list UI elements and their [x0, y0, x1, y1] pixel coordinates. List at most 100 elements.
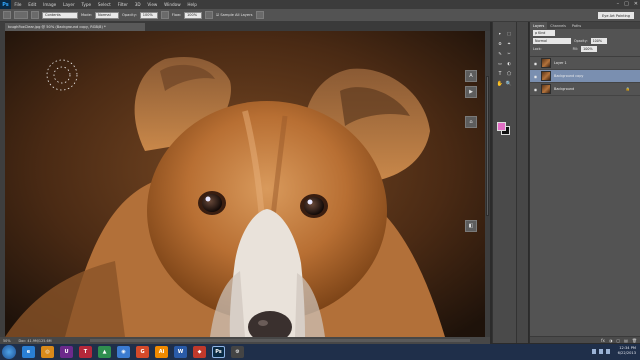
- close-button[interactable]: ✕: [634, 1, 638, 7]
- horizontal-scrollbar[interactable]: [90, 339, 470, 342]
- menu-select[interactable]: Select: [94, 2, 114, 7]
- new-group-icon[interactable]: ▢: [616, 338, 620, 343]
- pressure-size-icon[interactable]: [255, 11, 264, 19]
- marquee-tool-icon[interactable]: ⬚: [505, 30, 513, 37]
- volume-icon[interactable]: [599, 349, 603, 354]
- hand-tool-icon[interactable]: ✋: [496, 80, 504, 87]
- foreground-color-swatch[interactable]: [497, 122, 506, 131]
- lock-label: Lock:: [533, 47, 542, 51]
- layer-fill-input[interactable]: 100%: [581, 46, 598, 52]
- blend-mode-select[interactable]: Normal: [533, 38, 571, 44]
- layer-name: Background: [554, 87, 575, 91]
- layer-row[interactable]: ◉ Layer 1: [530, 57, 640, 70]
- taskbar-app-chrome[interactable]: ◉: [117, 346, 130, 358]
- menu-type[interactable]: Type: [78, 2, 94, 7]
- taskbar-app-ie[interactable]: e: [22, 346, 35, 358]
- document-tab-bar: toughFoxClear.jpg @ 50% (Background copy…: [5, 22, 490, 31]
- menu-file[interactable]: File: [11, 2, 25, 7]
- zoom-tool-icon[interactable]: 🔍: [505, 80, 513, 87]
- layer-name: Background copy: [554, 74, 584, 78]
- eye-icon[interactable]: ◉: [533, 74, 538, 79]
- character-panel-button[interactable]: A: [465, 70, 477, 82]
- workspace-select[interactable]: Eye Art Painting: [598, 12, 634, 19]
- brush-tool-icon[interactable]: ✎: [496, 50, 504, 57]
- eraser-tool-icon[interactable]: ▭: [496, 60, 504, 67]
- taskbar-app-photoshop[interactable]: Ps: [212, 346, 225, 358]
- taskbar-app-diamond[interactable]: ◆: [193, 346, 206, 358]
- taskbar-app-t[interactable]: T: [79, 346, 92, 358]
- layers-list: ◉ Layer 1 ◉ Background copy ◉ Background…: [530, 56, 640, 96]
- maximize-button[interactable]: □: [624, 1, 629, 7]
- layers-panel-footer: fx ◑ ▢ ▤ 🗑: [530, 336, 640, 343]
- taskbar-app-drive[interactable]: ▲: [98, 346, 111, 358]
- flow-input[interactable]: 100%: [184, 11, 203, 19]
- taskbar-app-firefox[interactable]: ◎: [41, 346, 54, 358]
- menu-bar: Ps File Edit Image Layer Type Select Fil…: [0, 0, 640, 9]
- menu-layer[interactable]: Layer: [60, 2, 78, 7]
- pressure-opacity-icon[interactable]: [160, 11, 169, 19]
- zoom-level[interactable]: 50%: [3, 339, 11, 343]
- menu-help[interactable]: Help: [184, 2, 200, 7]
- brush-panel-icon[interactable]: [31, 11, 39, 19]
- layer-row[interactable]: ◉ Background copy: [530, 70, 640, 83]
- vertical-scrollbar[interactable]: [485, 31, 490, 337]
- taskbar-app-settings[interactable]: ⚙: [231, 346, 244, 358]
- crop-tool-icon[interactable]: ⌖: [505, 40, 513, 47]
- tab-channels[interactable]: Channels: [547, 22, 569, 29]
- layer-thumbnail: [541, 71, 551, 81]
- layer-opacity-input[interactable]: 100%: [590, 38, 607, 44]
- taskbar-app-g[interactable]: G: [136, 346, 149, 358]
- adjustment-layer-icon[interactable]: ◑: [609, 338, 613, 343]
- fx-icon[interactable]: fx: [601, 338, 605, 343]
- actions-panel-button[interactable]: ▶: [465, 86, 477, 98]
- type-tool-icon[interactable]: T: [496, 70, 504, 77]
- move-tool-icon[interactable]: ▸: [496, 30, 504, 37]
- layer-thumbnail: [541, 84, 551, 94]
- document-canvas[interactable]: [5, 31, 485, 337]
- clock-date: 6/22/2013: [617, 351, 636, 355]
- windows-taskbar: e ◎ U T ▲ ◉ G Ai W ◆ Ps ⚙ 12:34 PM 6/22/…: [0, 344, 640, 360]
- contents-select[interactable]: Contents: [42, 11, 78, 19]
- tab-paths[interactable]: Paths: [569, 22, 584, 29]
- layer-row[interactable]: ◉ Background 🔒: [530, 83, 640, 96]
- photoshop-logo-icon: Ps: [0, 0, 11, 9]
- lasso-tool-icon[interactable]: ʘ: [496, 40, 504, 47]
- start-button[interactable]: [2, 345, 16, 359]
- clone-tool-icon[interactable]: ✂: [505, 50, 513, 57]
- shape-tool-icon[interactable]: ⬠: [505, 70, 513, 77]
- menu-filter[interactable]: Filter: [114, 2, 131, 7]
- document-tab[interactable]: toughFoxClear.jpg @ 50% (Background copy…: [5, 23, 145, 31]
- eye-icon[interactable]: ◉: [533, 61, 538, 66]
- menu-image[interactable]: Image: [40, 2, 60, 7]
- kind-filter-select[interactable]: ρ Kind: [533, 30, 555, 36]
- menu-view[interactable]: View: [144, 2, 161, 7]
- network-icon[interactable]: [592, 349, 596, 354]
- tab-layers[interactable]: Layers: [530, 22, 548, 29]
- airbrush-icon[interactable]: [205, 11, 214, 19]
- tool-preset-icon[interactable]: [3, 11, 11, 19]
- opacity-label: Opacity:: [574, 39, 588, 43]
- menu-edit[interactable]: Edit: [25, 2, 40, 7]
- mode-label: Mode:: [81, 13, 93, 17]
- dodge-tool-icon[interactable]: ◐: [505, 60, 513, 67]
- flag-icon[interactable]: [606, 349, 610, 354]
- menu-3d[interactable]: 3D: [131, 2, 144, 7]
- sample-all-layers-checkbox[interactable]: ☑ Sample All Layers: [216, 13, 252, 17]
- history-panel-button[interactable]: ⌂: [465, 116, 477, 128]
- trash-icon[interactable]: 🗑: [632, 338, 637, 343]
- properties-panel-button[interactable]: ◧: [465, 220, 477, 232]
- vertical-scroll-thumb[interactable]: [486, 76, 489, 216]
- menu-window[interactable]: Window: [161, 2, 184, 7]
- tools-panel: ▸ ⬚ ʘ ⌖ ✎ ✂ ▭ ◐ T ⬠ ✋ 🔍: [492, 22, 516, 343]
- brush-preset-icon[interactable]: [14, 11, 28, 19]
- clock[interactable]: 12:34 PM 6/22/2013: [618, 346, 636, 356]
- eye-icon[interactable]: ◉: [533, 87, 538, 92]
- opacity-input[interactable]: 100%: [139, 11, 158, 19]
- minimize-button[interactable]: –: [617, 1, 620, 7]
- layers-panel-tabs: Layers Channels Paths: [530, 22, 640, 29]
- taskbar-app-u[interactable]: U: [60, 346, 73, 358]
- mode-select[interactable]: Normal: [95, 11, 120, 19]
- taskbar-app-illustrator[interactable]: Ai: [155, 346, 168, 358]
- new-layer-icon[interactable]: ▤: [624, 338, 628, 343]
- taskbar-app-word[interactable]: W: [174, 346, 187, 358]
